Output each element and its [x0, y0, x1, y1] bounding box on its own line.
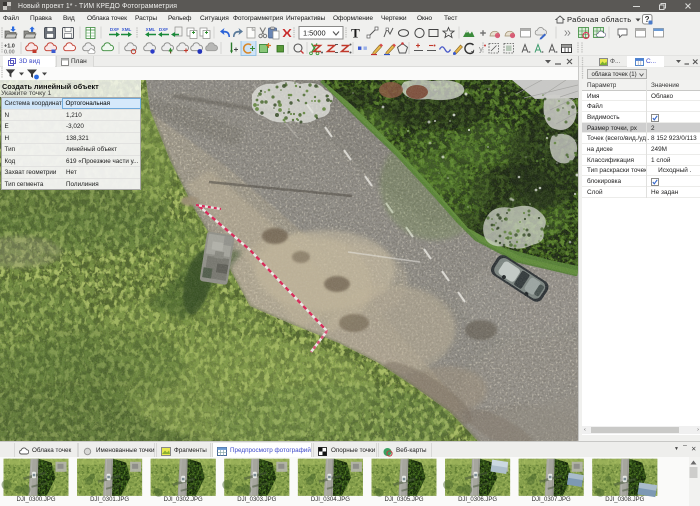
svg-text:T: T: [351, 26, 360, 41]
svg-text:0.00: 0.00: [4, 50, 15, 56]
svg-text:DXF: DXF: [110, 27, 119, 32]
svg-text:XML: XML: [146, 27, 156, 32]
svg-text:1:5000: 1:5000: [303, 29, 326, 38]
svg-text:DXF: DXF: [159, 27, 168, 32]
svg-text:XML: XML: [122, 27, 132, 32]
